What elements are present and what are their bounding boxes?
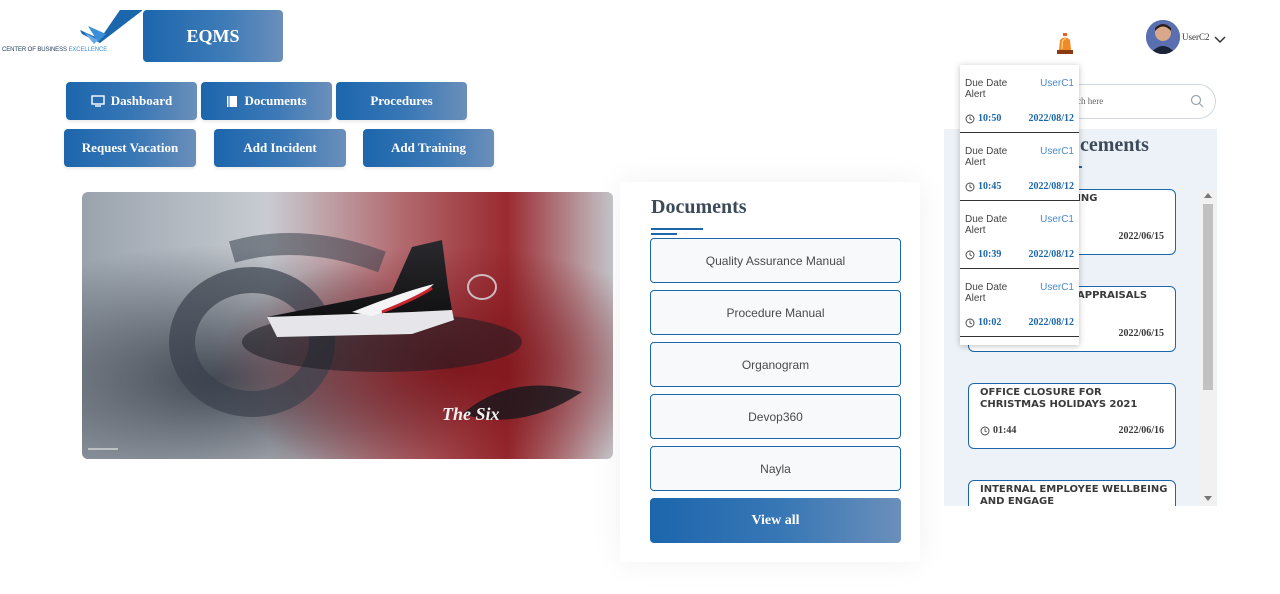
alarm-bell-icon[interactable] xyxy=(1054,32,1076,56)
notification-date: 2022/08/12 xyxy=(1028,317,1074,328)
dashboard-button[interactable]: Dashboard xyxy=(66,82,197,120)
procedures-label: Procedures xyxy=(370,93,433,108)
clock-icon xyxy=(965,114,975,123)
notification-time: 10:39 xyxy=(965,249,1001,260)
book-icon xyxy=(227,95,238,107)
notification-time: 10:45 xyxy=(965,181,1001,192)
notification-dropdown: Due Date Alert UserC1 10:50 2022/08/12 D… xyxy=(960,65,1079,345)
dashboard-label: Dashboard xyxy=(110,93,173,108)
announcements-title: cements xyxy=(1080,134,1149,156)
company-logo[interactable]: CENTER OF BUSINESS EXCELLENCE xyxy=(2,10,143,60)
title-underline xyxy=(651,228,703,230)
scroll-up-icon[interactable] xyxy=(1204,193,1212,198)
procedures-button[interactable]: Procedures xyxy=(336,82,467,120)
announcement-card[interactable]: OFFICE CLOSURE FOR CHRISTMAS HOLIDAYS 20… xyxy=(968,383,1176,449)
notification-item[interactable]: Due Date Alert UserC1 10:45 2022/08/12 xyxy=(960,133,1079,201)
eqms-brand-button[interactable]: EQMS xyxy=(143,10,283,62)
announcement-time: 01:44 xyxy=(980,425,1016,436)
notification-user: UserC1 xyxy=(1040,78,1074,89)
scrollbar[interactable] xyxy=(1200,190,1216,506)
request-vacation-button[interactable]: Request Vacation xyxy=(64,129,196,167)
title-underline-short xyxy=(651,233,677,235)
document-item[interactable]: Nayla xyxy=(650,446,901,491)
notification-date: 2022/08/12 xyxy=(1028,249,1074,260)
document-item[interactable]: Quality Assurance Manual xyxy=(650,238,901,283)
notification-time: 10:02 xyxy=(965,317,1001,328)
document-item[interactable]: Organogram xyxy=(650,342,901,387)
notification-user: UserC1 xyxy=(1040,214,1074,225)
chevron-down-icon[interactable] xyxy=(1214,36,1226,44)
notification-date: 2022/08/12 xyxy=(1028,181,1074,192)
search-icon[interactable] xyxy=(1190,94,1204,108)
add-training-label: Add Training xyxy=(390,140,467,155)
user-avatar[interactable] xyxy=(1146,20,1180,54)
notification-type: Due Date Alert xyxy=(965,282,1008,304)
view-all-button[interactable]: View all xyxy=(650,498,901,543)
notification-item[interactable]: Due Date Alert UserC1 10:50 2022/08/12 xyxy=(960,65,1079,133)
brand-label: EQMS xyxy=(186,25,240,46)
monitor-icon xyxy=(91,95,105,107)
announcement-title: INTERNAL EMPLOYEE WELLBEING AND ENGAGE xyxy=(980,484,1168,507)
add-incident-label: Add Incident xyxy=(243,140,317,155)
clock-icon xyxy=(965,250,975,259)
documents-title: Documents xyxy=(651,196,747,218)
add-training-button[interactable]: Add Training xyxy=(363,129,494,167)
announcement-date: 2022/06/15 xyxy=(1118,328,1164,339)
hero-caption: The Six xyxy=(442,404,500,424)
announcement-title: OFFICE CLOSURE FOR CHRISTMAS HOLIDAYS 20… xyxy=(980,387,1138,410)
request-vacation-label: Request Vacation xyxy=(81,140,179,155)
scroll-down-icon[interactable] xyxy=(1204,496,1212,501)
announcement-title: APPRAISALS xyxy=(1077,290,1148,301)
notification-item[interactable]: Due Date Alert UserC1 10:02 2022/08/12 xyxy=(960,269,1079,337)
documents-button[interactable]: Documents xyxy=(201,82,332,120)
notification-type: Due Date Alert xyxy=(965,146,1008,168)
clock-icon xyxy=(965,318,975,327)
document-item[interactable]: Devop360 xyxy=(650,394,901,439)
panel-bottom-mask xyxy=(944,506,1217,594)
document-item[interactable]: Procedure Manual xyxy=(650,290,901,335)
logo-text: CENTER OF BUSINESS EXCELLENCE xyxy=(2,47,108,53)
add-incident-button[interactable]: Add Incident xyxy=(214,129,346,167)
clock-icon xyxy=(980,426,990,435)
notification-type: Due Date Alert xyxy=(965,78,1008,100)
scroll-thumb[interactable] xyxy=(1203,204,1213,390)
notification-time: 10:50 xyxy=(965,113,1001,124)
announcement-date: 2022/06/16 xyxy=(1118,425,1164,436)
hero-banner-image: The Six xyxy=(82,192,613,459)
notification-user: UserC1 xyxy=(1040,146,1074,157)
announcement-date: 2022/06/15 xyxy=(1118,231,1164,242)
logo-check-icon xyxy=(80,10,143,44)
notification-user: UserC1 xyxy=(1040,282,1074,293)
clock-icon xyxy=(965,182,975,191)
notification-date: 2022/08/12 xyxy=(1028,113,1074,124)
notification-item[interactable]: Due Date Alert UserC1 10:39 2022/08/12 xyxy=(960,201,1079,269)
documents-label: Documents xyxy=(244,93,307,108)
notification-type: Due Date Alert xyxy=(965,214,1008,236)
username[interactable]: UserC2 xyxy=(1182,32,1210,42)
